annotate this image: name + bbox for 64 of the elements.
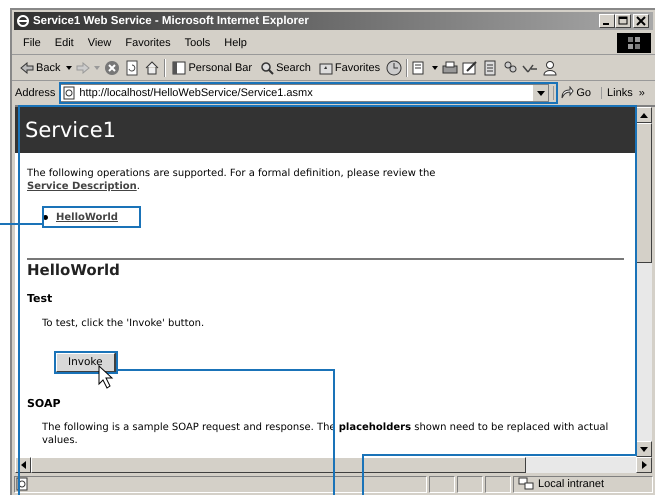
back-button[interactable]: Back: [18, 62, 62, 74]
status-panel: [485, 476, 511, 492]
section-heading: SOAP: [27, 397, 62, 411]
section-heading: Test: [27, 292, 54, 306]
status-panel: [429, 476, 455, 492]
menu-item[interactable]: Help: [217, 37, 254, 49]
minimize-button[interactable]: [599, 14, 615, 28]
search-icon: [260, 60, 274, 74]
status-panel: [457, 476, 483, 492]
page-title: Service1: [25, 118, 116, 142]
callout-box: [54, 351, 118, 374]
links-button[interactable]: Links: [601, 87, 633, 99]
instruction-text: To test, click the 'Invoke' button.: [42, 317, 206, 330]
document-icon[interactable]: [482, 60, 498, 76]
back-arrow-icon: [20, 62, 34, 74]
dropdown-arrow-icon[interactable]: [66, 66, 72, 70]
folder-icon: [318, 60, 333, 74]
dropdown-arrow-icon: [536, 90, 545, 96]
print-icon[interactable]: [442, 60, 458, 76]
home-icon[interactable]: [144, 60, 160, 76]
address-field[interactable]: http://localhost/HelloWebService/Service1.asmx: [59, 84, 550, 102]
left-arrow-icon: [20, 461, 26, 469]
refresh-icon[interactable]: [124, 60, 140, 76]
menu-item[interactable]: View: [80, 37, 118, 49]
network-icon: [518, 477, 534, 491]
people-icon[interactable]: [502, 60, 518, 76]
operation-heading: HelloWorld: [27, 261, 121, 280]
edit-icon[interactable]: [462, 60, 478, 76]
stop-icon[interactable]: [104, 60, 120, 76]
personal-bar-button[interactable]: Personal Bar: [170, 60, 254, 74]
dropdown-button[interactable]: [532, 85, 548, 101]
menu-item[interactable]: Tools: [178, 37, 218, 49]
favorites-button[interactable]: Favorites: [316, 60, 382, 74]
up-arrow-icon: [640, 112, 648, 118]
menu-item[interactable]: Edit: [48, 37, 81, 49]
menu-item[interactable]: Favorites: [118, 37, 178, 49]
close-button[interactable]: [633, 14, 649, 28]
intro-text: The following operations are supported. For a formal definition, please review the Service Description.: [27, 167, 436, 193]
close-icon: [636, 16, 646, 26]
zone-label: Local intranet: [538, 478, 604, 490]
mouse-pointer-icon: [98, 364, 114, 389]
search-button[interactable]: Search: [258, 60, 313, 74]
menu-item[interactable]: File: [16, 37, 48, 49]
vertical-scrollbar[interactable]: [636, 107, 652, 457]
right-arrow-icon: [642, 461, 646, 469]
dropdown-arrow-icon[interactable]: [432, 66, 438, 70]
window-title: Service1 Web Service - Microsoft Internet Explorer: [33, 15, 309, 27]
down-arrow-icon: [640, 446, 648, 452]
maximize-button[interactable]: [615, 14, 631, 28]
person-icon[interactable]: [542, 60, 558, 76]
panel-icon: [172, 60, 186, 74]
more-chevron[interactable]: »: [638, 87, 645, 99]
browser-icon: [16, 14, 30, 28]
bullet-icon: [43, 215, 48, 220]
operation-link[interactable]: HelloWorld: [56, 211, 118, 224]
go-arrow-icon: [560, 86, 574, 100]
maximize-icon: [618, 16, 628, 26]
go-button[interactable]: Go: [553, 86, 598, 100]
minimize-icon: [602, 23, 608, 25]
history-icon[interactable]: [386, 60, 402, 76]
horizontal-scrollbar[interactable]: [15, 457, 652, 473]
page-icon: [62, 86, 76, 100]
service-description-link[interactable]: Service Description: [27, 181, 137, 192]
address-label: Address: [15, 87, 56, 99]
